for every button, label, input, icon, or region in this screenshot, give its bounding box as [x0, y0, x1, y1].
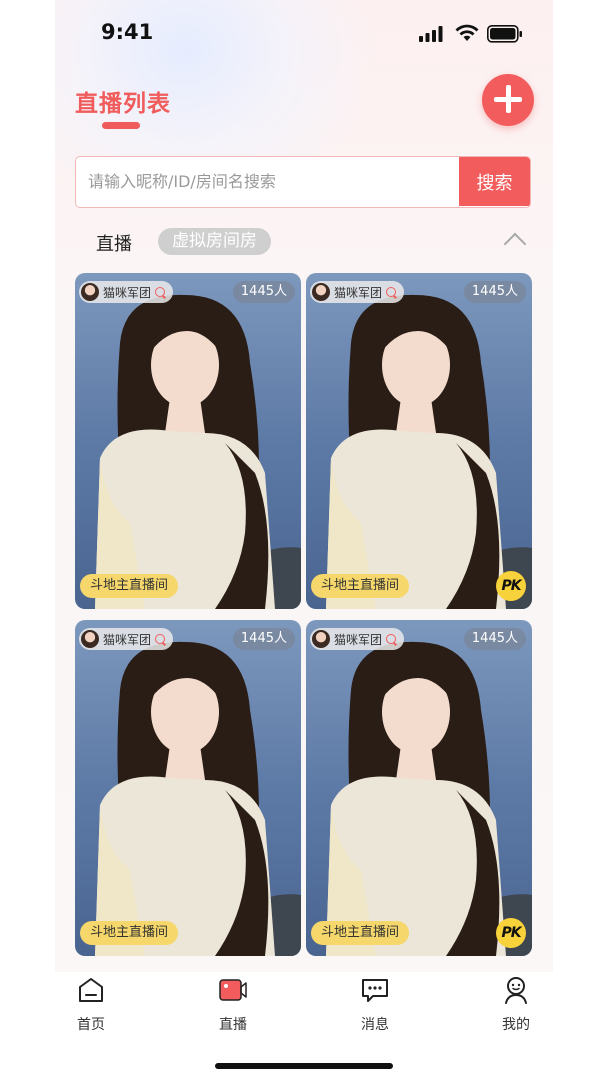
tab-live-label: 直播 [219, 1017, 247, 1033]
game-tag: 斗地主直播间 [311, 574, 410, 598]
live-room-card[interactable]: 猫咪军团 1445人 斗地主直播间 PK [306, 273, 532, 609]
search-button[interactable]: 搜索 [459, 157, 530, 206]
host-tag[interactable]: 猫咪军团 [79, 281, 174, 303]
stream-thumbnail [306, 273, 532, 609]
page-title: 直播列表 [75, 91, 171, 117]
avatar [81, 283, 99, 301]
tab-home[interactable]: 首页 [55, 972, 131, 1034]
viewer-count: 1445人 [463, 628, 526, 650]
tab-live[interactable]: 直播 [193, 972, 273, 1034]
avatar [81, 630, 99, 648]
status-time: 9:41 [101, 20, 154, 44]
tab-virtual-room[interactable]: 虚拟房间房 [158, 228, 271, 255]
pk-badge: PK [496, 571, 526, 601]
host-name: 猫咪军团 [334, 285, 383, 300]
search-bar: 搜索 [75, 156, 531, 208]
signal-icon [419, 26, 443, 42]
stream-thumbnail [75, 273, 301, 609]
viewer-count: 1445人 [232, 281, 295, 303]
tab-mine[interactable]: 我的 [476, 972, 553, 1034]
viewer-count: 1445人 [232, 628, 295, 650]
tab-live[interactable]: 直播 [96, 230, 132, 256]
game-tag: 斗地主直播间 [311, 921, 410, 945]
home-indicator [215, 1063, 393, 1069]
stream-thumbnail [75, 620, 301, 956]
pk-badge: PK [496, 918, 526, 948]
host-tag[interactable]: 猫咪军团 [310, 628, 405, 650]
host-name: 猫咪军团 [103, 632, 152, 647]
status-bar: 9:41 [55, 0, 553, 64]
game-tag: 斗地主直播间 [80, 574, 179, 598]
avatar [312, 630, 330, 648]
tab-mine-label: 我的 [502, 1017, 530, 1033]
stream-thumbnail [306, 620, 532, 956]
home-icon [79, 978, 103, 1002]
title-underline [102, 122, 140, 129]
search-icon [155, 634, 166, 644]
live-room-card[interactable]: 猫咪军团 1445人 斗地主直播间 [75, 620, 301, 956]
chat-bubble-icon [362, 979, 388, 1002]
host-tag[interactable]: 猫咪军团 [310, 281, 405, 303]
add-room-button[interactable] [482, 74, 534, 126]
live-room-card[interactable]: 猫咪军团 1445人 斗地主直播间 [75, 273, 301, 609]
app-screen: 9:41 直播列表 搜索 直播 虚拟房间房 [55, 0, 553, 1080]
host-name: 猫咪军团 [103, 285, 152, 300]
search-icon [386, 634, 397, 644]
user-icon [505, 977, 527, 1004]
tab-messages[interactable]: 消息 [335, 972, 415, 1034]
host-name: 猫咪军团 [334, 632, 383, 647]
wifi-icon [455, 24, 479, 41]
search-input[interactable] [76, 157, 484, 206]
viewer-count: 1445人 [463, 281, 526, 303]
game-tag: 斗地主直播间 [80, 921, 179, 945]
video-camera-icon [219, 979, 247, 1001]
category-tabs: 直播 虚拟房间房 [75, 226, 535, 258]
avatar [312, 283, 330, 301]
tab-messages-label: 消息 [361, 1017, 389, 1033]
chevron-up-icon[interactable] [503, 232, 527, 256]
battery-icon [487, 25, 522, 43]
search-icon [155, 287, 166, 297]
live-room-card[interactable]: 猫咪军团 1445人 斗地主直播间 PK [306, 620, 532, 956]
search-icon [386, 287, 397, 297]
tab-home-label: 首页 [77, 1017, 105, 1033]
host-tag[interactable]: 猫咪军团 [79, 628, 174, 650]
